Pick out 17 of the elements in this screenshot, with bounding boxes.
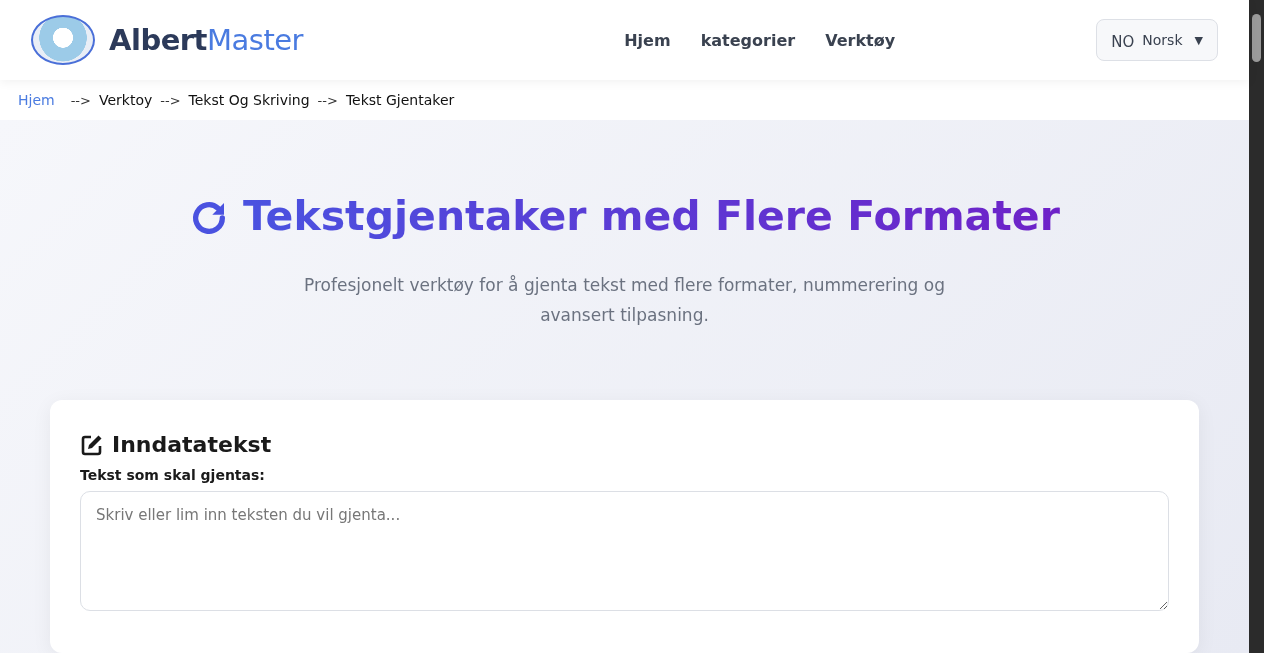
breadcrumb-link[interactable]: Hjem: [18, 92, 55, 108]
language-selector[interactable]: NO Norsk ▼: [1096, 19, 1218, 61]
breadcrumb-item: Verktoy: [98, 92, 153, 108]
scrollbar-thumb[interactable]: [1252, 14, 1261, 62]
breadcrumb-item: Tekst Gjentaker: [345, 92, 455, 108]
brand-name[interactable]: AlbertMaster: [109, 23, 304, 57]
nav-link[interactable]: Hjem: [624, 30, 671, 50]
nav-link[interactable]: Verktøy: [825, 30, 896, 50]
breadcrumb-separator: -->: [70, 92, 91, 108]
page-subtitle: Profesjonelt verktøy for å gjenta tekst med flere formater, nummerering og avansert tilpasning.: [303, 274, 946, 327]
nav-link[interactable]: kategorier: [700, 30, 796, 50]
breadcrumb-separator: -->: [317, 92, 338, 108]
breadcrumb-separator: -->: [160, 92, 181, 108]
breadcrumb-item: Tekst Og Skriving: [188, 92, 310, 108]
card-heading: Inndatatekst: [112, 432, 272, 457]
text-input-field[interactable]: Skriv eller lim inn teksten du vil gjenta...: [80, 491, 1169, 611]
field-label: Tekst som skal gjentas:: [80, 467, 266, 483]
